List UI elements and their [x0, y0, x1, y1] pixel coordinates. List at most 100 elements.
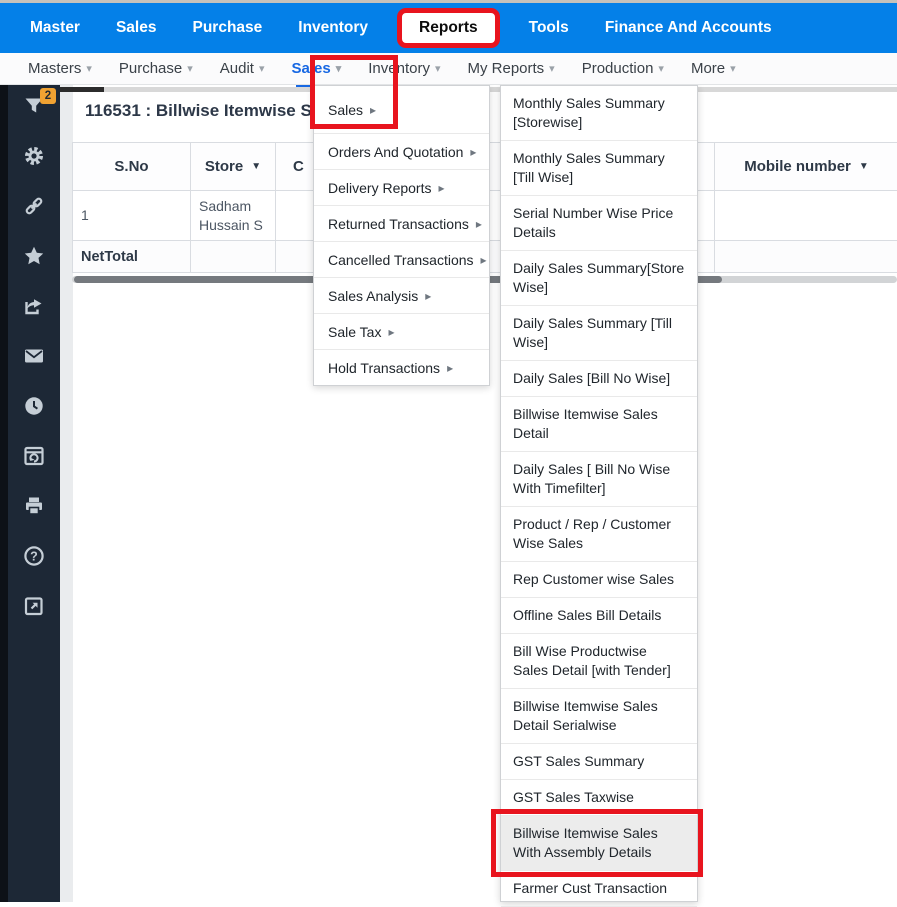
link-icon[interactable] — [22, 194, 46, 218]
dropdown-item-hold-transactions[interactable]: Hold Transactions ▸ — [314, 349, 489, 385]
menu-item-sales[interactable]: Sales ▾ — [292, 60, 342, 77]
chevron-right-icon: ▸ — [480, 252, 487, 267]
dropdown-item-label: Returned Transactions — [328, 215, 469, 232]
column-header-label: Store — [204, 158, 244, 175]
nav-item-tools[interactable]: Tools — [529, 19, 569, 37]
dropdown-item-label: Sales Analysis — [328, 287, 419, 304]
submenu-item-monthly-sales-summary-till-wise[interactable]: Monthly Sales Summary [Till Wise] — [501, 141, 697, 196]
nav-item-finance-and-accounts[interactable]: Finance And Accounts — [605, 19, 772, 37]
menu-item-label: My Reports — [467, 60, 545, 77]
menu-item-label: Sales — [291, 60, 331, 77]
table-cell-store: Sadham Hussain S — [191, 191, 276, 241]
dropdown-item-orders-and-quotation[interactable]: Orders And Quotation ▸ — [314, 133, 489, 169]
menu-item-audit[interactable]: Audit ▾ — [220, 60, 265, 77]
sales-dropdown-menu: Sales ▸ Orders And Quotation ▸ Delivery Re… — [313, 85, 490, 386]
gear-icon[interactable] — [22, 144, 46, 168]
dropdown-item-label: Cancelled Transactions — [328, 251, 474, 268]
submenu-item-gst-sales-summary[interactable]: GST Sales Summary — [501, 744, 697, 780]
chevron-down-icon: ▾ — [335, 63, 342, 75]
submenu-item-serial-number-wise-price-details[interactable]: Serial Number Wise Price Details — [501, 196, 697, 251]
menu-item-more[interactable]: More ▾ — [691, 60, 736, 77]
filter-badge: 2 — [40, 88, 56, 104]
submenu-item-daily-sales-bill-no-wise[interactable]: Daily Sales [Bill No Wise] — [501, 361, 697, 397]
chevron-right-icon: ▸ — [475, 216, 482, 231]
submenu-item-product-rep-customer-wise-sales[interactable]: Product / Rep / Customer Wise Sales — [501, 507, 697, 562]
dropdown-item-delivery-reports[interactable]: Delivery Reports ▸ — [314, 169, 489, 205]
chevron-down-icon: ▾ — [86, 63, 92, 75]
menu-item-label: Inventory — [368, 60, 430, 77]
column-header-store[interactable]: Store ▼ — [191, 143, 276, 191]
filter-icon[interactable]: 2 — [22, 88, 56, 118]
menu-item-label: More — [690, 60, 726, 77]
chevron-right-icon: ▸ — [470, 144, 477, 159]
submenu-item-bill-wise-productwise-sales-detail-with-tender[interactable]: Bill Wise Productwise Sales Detail [with… — [501, 634, 697, 689]
submenu-item-daily-sales-summary-store-wise[interactable]: Daily Sales Summary[Store Wise] — [501, 251, 697, 306]
menu-item-purchase[interactable]: Purchase ▾ — [119, 60, 193, 77]
chevron-down-icon: ▾ — [658, 63, 664, 75]
sales-reports-submenu: Monthly Sales Summary [Storewise] Monthl… — [491, 85, 703, 907]
menu-item-label: Purchase — [118, 60, 183, 77]
column-header-mobile-number[interactable]: Mobile number ▼ — [715, 143, 897, 191]
chevron-down-icon: ▾ — [187, 63, 193, 75]
chevron-right-icon: ▸ — [447, 360, 454, 375]
share-export-icon[interactable] — [22, 294, 46, 318]
dropdown-item-sales[interactable]: Sales ▸ — [314, 86, 489, 133]
dropdown-item-sale-tax[interactable]: Sale Tax ▸ — [314, 313, 489, 349]
menu-item-label: Masters — [28, 60, 82, 77]
external-link-icon[interactable] — [22, 594, 46, 618]
nav-item-inventory[interactable]: Inventory — [298, 19, 368, 37]
dropdown-item-label: Sales — [328, 101, 364, 118]
chevron-right-icon: ▸ — [438, 180, 445, 195]
dropdown-item-label: Hold Transactions — [328, 359, 441, 376]
help-icon[interactable]: ? — [22, 544, 46, 568]
chevron-down-icon: ▾ — [549, 63, 555, 75]
dropdown-item-label: Delivery Reports — [328, 179, 432, 196]
menu-item-my-reports[interactable]: My Reports ▾ — [467, 60, 554, 77]
sort-caret-icon: ▼ — [251, 161, 262, 172]
submenu-item-billwise-itemwise-sales-detail-serialwise[interactable]: Billwise Itemwise Sales Detail Serialwis… — [501, 689, 697, 744]
column-header-label: Mobile number — [744, 158, 851, 175]
submenu-item-monthly-sales-summary-storewise[interactable]: Monthly Sales Summary [Storewise] — [501, 86, 697, 141]
menu-item-label: Production — [581, 60, 654, 77]
nav-item-reports[interactable]: Reports — [397, 8, 500, 48]
primary-nav-bar: Master Sales Purchase Inventory Reports … — [0, 3, 897, 53]
submenu-item-daily-sales-bill-no-wise-with-timefilter[interactable]: Daily Sales [ Bill No Wise With Timefilt… — [501, 452, 697, 507]
submenu-item-rep-customer-wise-sales[interactable]: Rep Customer wise Sales — [501, 562, 697, 598]
chevron-down-icon: ▾ — [258, 63, 265, 75]
menu-item-label: Audit — [219, 60, 254, 77]
submenu-item-billwise-itemwise-sales-with-assembly-details[interactable]: Billwise Itemwise Sales With Assembly De… — [491, 809, 703, 877]
page-title: 116531 : Billwise Itemwise Sal — [85, 101, 326, 120]
submenu-item-gst-sales-taxwise[interactable]: GST Sales Taxwise — [501, 780, 697, 816]
menu-item-inventory[interactable]: Inventory ▾ — [368, 60, 440, 77]
chevron-right-icon: ▸ — [425, 288, 432, 303]
dropdown-item-cancelled-transactions[interactable]: Cancelled Transactions ▸ — [314, 241, 489, 277]
submenu-item-label: Billwise Itemwise Sales With Assembly De… — [513, 825, 658, 860]
submenu-item-billwise-itemwise-sales-detail[interactable]: Billwise Itemwise Sales Detail — [501, 397, 697, 452]
annotation-box-assembly-details — [491, 809, 703, 877]
dropdown-item-returned-transactions[interactable]: Returned Transactions ▸ — [314, 205, 489, 241]
submenu-item-daily-sales-summary-till-wise[interactable]: Daily Sales Summary [Till Wise] — [501, 306, 697, 361]
nav-item-master[interactable]: Master — [30, 19, 80, 37]
printer-icon[interactable] — [22, 494, 46, 518]
dropdown-item-sales-analysis[interactable]: Sales Analysis ▸ — [314, 277, 489, 313]
left-icon-sidebar: 2 ? — [0, 85, 60, 902]
clock-icon[interactable] — [22, 394, 46, 418]
column-header-sno[interactable]: S.No — [73, 143, 191, 191]
nav-item-purchase[interactable]: Purchase — [192, 19, 262, 37]
dropdown-item-label: Sale Tax — [328, 323, 382, 340]
column-header-label: C — [293, 158, 304, 175]
menu-item-masters[interactable]: Masters ▾ — [28, 60, 92, 77]
menu-item-production[interactable]: Production ▾ — [582, 60, 664, 77]
submenu-item-offline-sales-bill-details[interactable]: Offline Sales Bill Details — [501, 598, 697, 634]
sort-caret-icon: ▼ — [858, 161, 869, 172]
table-cell-sno: 1 — [73, 191, 191, 241]
nav-item-sales[interactable]: Sales — [116, 19, 157, 37]
chevron-right-icon: ▸ — [388, 324, 395, 339]
mail-icon[interactable] — [22, 344, 46, 368]
chevron-down-icon: ▾ — [730, 63, 736, 75]
window-refresh-icon[interactable] — [22, 444, 46, 468]
column-header-label: S.No — [114, 158, 149, 175]
star-icon[interactable] — [22, 244, 46, 268]
top-scrollbar-thumb[interactable] — [60, 87, 104, 92]
svg-text:?: ? — [30, 549, 38, 563]
